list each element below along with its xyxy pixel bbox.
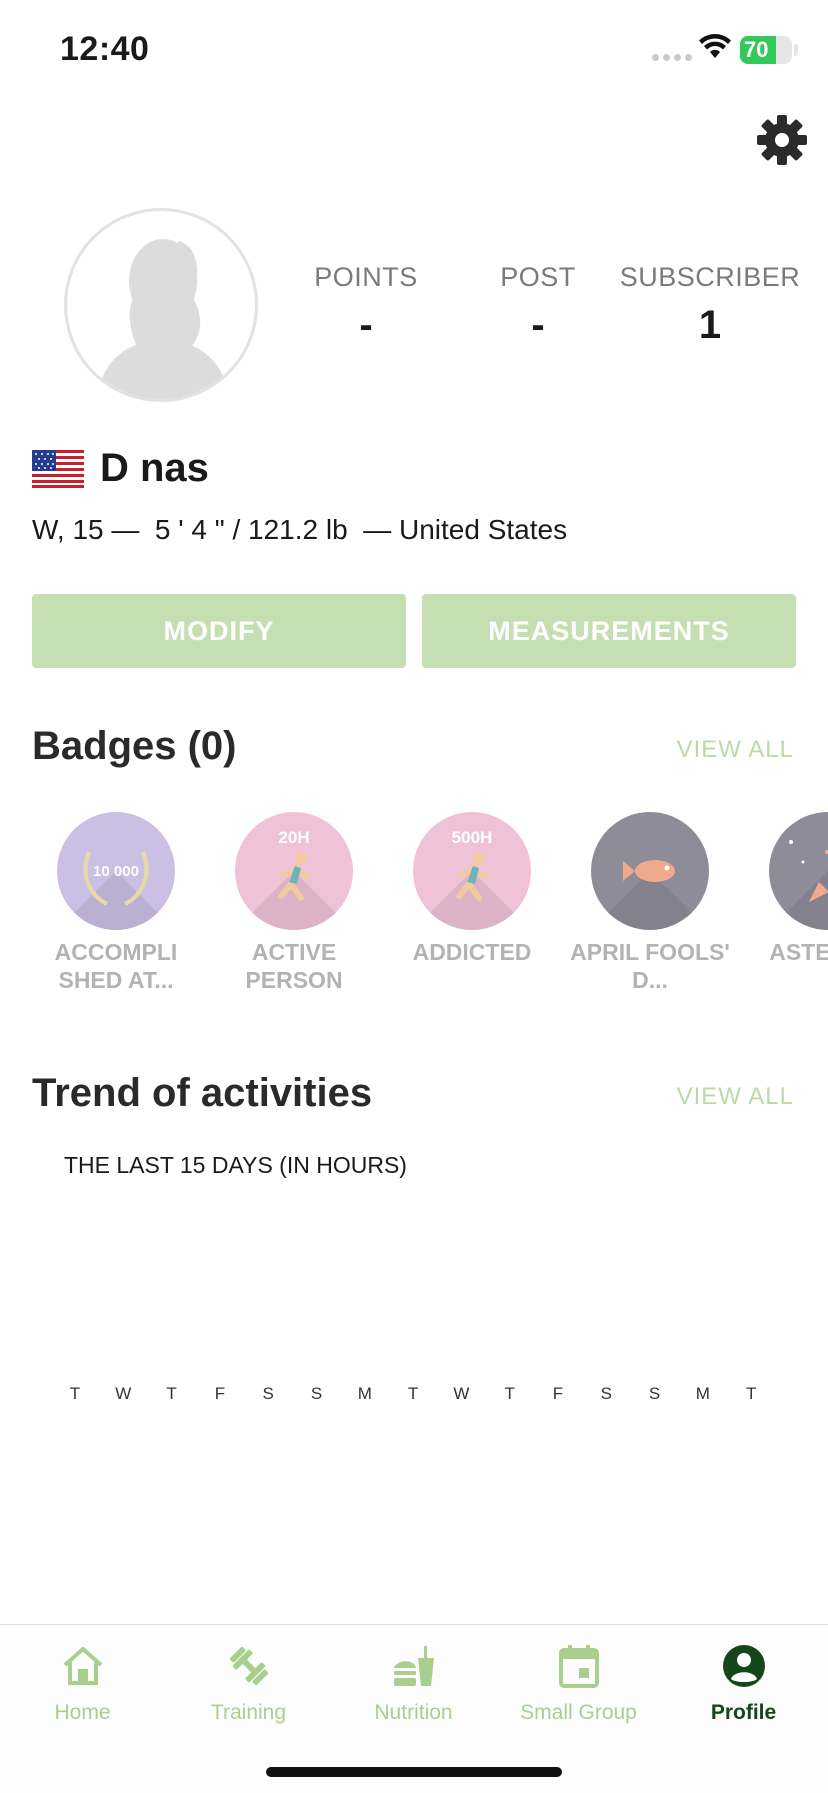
x-tick-label: T — [407, 1384, 419, 1403]
food-icon — [393, 1646, 434, 1686]
runner-icon: 20H — [235, 812, 353, 930]
home-icon — [63, 1647, 102, 1685]
x-tick-label: F — [552, 1384, 564, 1403]
stat-label: POST — [500, 262, 576, 292]
stat-points: POINTS - — [266, 262, 466, 348]
x-tick-label: W — [453, 1384, 470, 1403]
badges-view-all-link[interactable]: VIEW ALL — [677, 736, 794, 764]
profile-name: D nas — [100, 446, 209, 490]
x-tick-label: M — [357, 1384, 372, 1403]
badge-label: ACTIVE PERSON — [245, 939, 343, 993]
x-tick-label: T — [745, 1384, 757, 1403]
tab-home[interactable]: Home — [0, 1639, 165, 1725]
calendar-icon — [558, 1645, 599, 1688]
x-tick-label: T — [166, 1384, 177, 1403]
stat-post: POST - — [438, 262, 638, 348]
badge-item[interactable]: 20H ACTIVE PERSON — [214, 812, 374, 994]
x-tick-label: S — [262, 1384, 274, 1403]
dumbbell-icon — [229, 1647, 268, 1685]
battery-level: 70 — [744, 37, 769, 62]
tab-label: Nutrition — [374, 1701, 453, 1724]
tab-label: Profile — [710, 1701, 777, 1724]
badge-label: ACCOMPLI SHED AT... — [54, 939, 178, 993]
tab-label: Small Group — [520, 1701, 637, 1724]
tab-profile[interactable]: Profile — [661, 1639, 826, 1725]
trend-view-all-link[interactable]: VIEW ALL — [677, 1083, 794, 1111]
stat-value: - — [531, 303, 545, 347]
x-tick-label: M — [695, 1384, 710, 1403]
badge-item[interactable]: 10 000 ACCOMPLI SHED AT... — [36, 812, 196, 994]
x-tick-label: S — [310, 1384, 323, 1403]
stat-label: POINTS — [314, 262, 418, 292]
tab-small-group[interactable]: Small Group — [496, 1639, 661, 1725]
x-tick-label: T — [504, 1384, 515, 1403]
badge-item[interactable]: 500H ADDICTED — [392, 812, 552, 966]
trend-title: Trend of activities — [32, 1071, 373, 1115]
x-tick-label: F — [214, 1384, 226, 1403]
tab-training[interactable]: Training — [166, 1639, 331, 1725]
runner-icon: 500H — [413, 812, 531, 930]
badge-label: APRIL FOOLS' D... — [570, 939, 730, 993]
stat-value: - — [359, 303, 373, 347]
tab-nutrition[interactable]: Nutrition — [331, 1639, 496, 1725]
settings-gear-icon[interactable] — [756, 114, 808, 166]
trend-subtitle: THE LAST 15 DAYS (IN HOURS) — [64, 1152, 407, 1178]
profile-icon — [722, 1645, 765, 1687]
stat-label: SUBSCRIBER — [619, 262, 801, 292]
x-tick-label: S — [600, 1384, 612, 1403]
laurel-icon: 10 000 — [57, 812, 175, 930]
profile-details: W, 15 — 5 ' 4 " / 121.2 lb — United Stat… — [32, 514, 568, 545]
badge-label: ADDICTED — [412, 939, 532, 965]
trend-bar-chart — [48, 1190, 788, 1410]
battery-icon: 70 — [740, 36, 792, 64]
stat-value: 1 — [698, 303, 722, 347]
rocket-icon — [769, 812, 828, 930]
tab-label: Training — [210, 1701, 287, 1724]
badge-item[interactable]: APRIL FOOLS' D... — [570, 812, 730, 994]
avatar-placeholder-icon — [97, 239, 229, 399]
badge-icon-text: 10 000 — [93, 863, 139, 880]
tab-label: Home — [54, 1701, 111, 1724]
wifi-icon — [699, 34, 731, 58]
status-time: 12:40 — [60, 30, 150, 68]
x-tick-label: W — [115, 1384, 132, 1403]
home-indicator — [266, 1767, 562, 1777]
modify-button[interactable]: MODIFY — [32, 594, 406, 668]
x-tick-label: S — [648, 1384, 661, 1403]
us-flag-icon — [32, 450, 84, 488]
badges-title: Badges (0) — [32, 724, 237, 768]
avatar[interactable] — [64, 208, 258, 402]
fish-icon — [591, 812, 709, 930]
badge-item[interactable]: ASTER DA — [748, 812, 828, 966]
badges-carousel[interactable]: 10 000 ACCOMPLI SHED AT... 20H ACTIVE PE… — [0, 812, 828, 1002]
status-bar: 12:40 70 — [0, 0, 828, 100]
stat-subscriber[interactable]: SUBSCRIBER 1 — [610, 262, 810, 348]
cellular-signal-icon — [652, 54, 692, 61]
badge-label: ASTER DA — [769, 939, 828, 965]
x-tick-label: T — [69, 1384, 81, 1403]
measurements-button[interactable]: MEASUREMENTS — [422, 594, 796, 668]
